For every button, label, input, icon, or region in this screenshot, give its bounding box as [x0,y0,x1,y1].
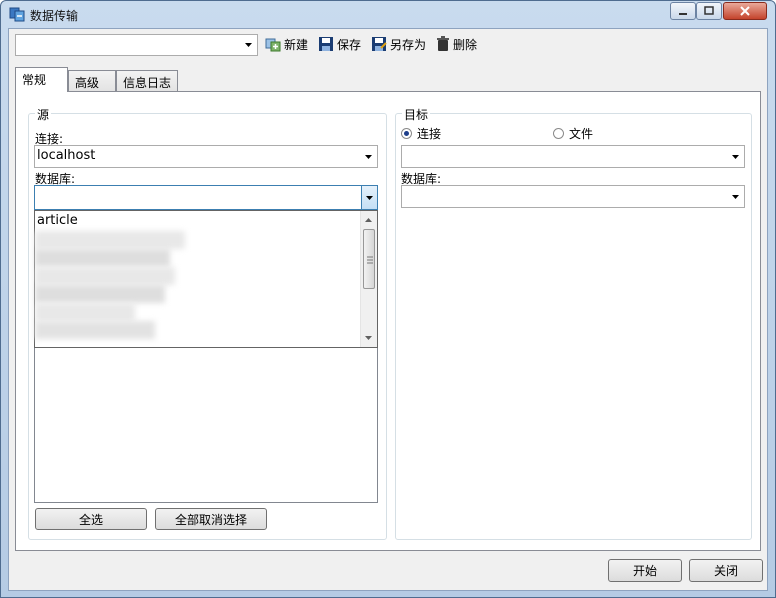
tab-general[interactable]: 常规 [15,67,68,92]
tab-message-log-label: 信息日志 [123,76,172,90]
redacted-item-area [35,285,165,303]
delete-button[interactable]: 删除 [436,35,477,53]
app-window: 数据传输 新建 保存 另存为 删除 常规 高级 信息日志 源 连接: local… [0,0,776,598]
maximize-button[interactable] [696,2,722,20]
target-file-radio-label[interactable]: 文件 [569,125,593,142]
redacted-item-area [35,267,175,285]
grip-icon [367,256,373,264]
maximize-icon [704,6,714,15]
close-icon [740,6,750,16]
save-as-label: 另存为 [390,37,427,52]
save-as-button[interactable]: 另存为 [371,35,426,53]
target-group-title: 目标 [402,106,431,123]
dropdown-item[interactable]: article [37,213,78,228]
title-bar[interactable]: 数据传输 [1,1,775,27]
save-button[interactable]: 保存 [318,35,361,53]
profile-combo-arrow[interactable] [241,35,257,55]
target-database-arrow[interactable] [728,186,744,207]
save-icon [319,37,333,51]
select-all-button[interactable]: 全选 [35,508,147,530]
source-connection-combo[interactable]: localhost [34,145,378,168]
trash-icon [437,36,449,51]
minimize-button[interactable] [670,2,696,20]
redacted-item-area [35,321,155,339]
tab-advanced-label: 高级 [75,76,100,90]
target-database-combo[interactable] [401,185,745,208]
close-button[interactable]: 关闭 [689,559,763,582]
delete-label: 删除 [453,37,478,52]
target-file-radio[interactable] [553,128,564,139]
source-group-title: 源 [35,106,52,123]
deselect-all-label: 全部取消选择 [174,512,247,527]
source-connection-value: localhost [37,148,96,163]
save-label: 保存 [337,37,362,52]
chevron-down-icon [365,154,372,159]
window-title: 数据传输 [30,9,79,23]
profile-combo[interactable] [15,34,258,56]
source-connection-arrow[interactable] [361,146,377,167]
tab-general-label: 常规 [22,73,47,87]
select-all-label: 全选 [78,512,103,527]
target-connection-combo[interactable] [401,145,745,168]
tab-advanced[interactable]: 高级 [68,70,116,91]
save-as-icon [372,37,387,51]
data-transfer-icon [9,7,25,22]
new-label: 新建 [284,37,309,52]
start-label: 开始 [632,564,657,578]
tab-message-log[interactable]: 信息日志 [116,70,178,91]
new-button[interactable]: 新建 [265,35,308,53]
target-connection-radio[interactable] [401,128,412,139]
new-profile-icon [265,38,281,52]
chevron-down-icon [366,195,373,200]
deselect-all-button[interactable]: 全部取消选择 [155,508,267,530]
minimize-icon [679,13,687,15]
redacted-item-area [35,249,170,267]
redacted-item-area [35,231,185,249]
scroll-down-icon [365,336,372,340]
target-connection-arrow[interactable] [728,146,744,167]
source-database-combo[interactable] [34,185,378,210]
scrollbar-thumb[interactable] [363,229,375,289]
scroll-up-icon [365,218,372,222]
start-button[interactable]: 开始 [608,559,682,582]
dialog-client-area: 新建 保存 另存为 删除 常规 高级 信息日志 源 连接: localhost … [8,28,768,591]
target-group: 目标 [395,106,752,540]
target-connection-radio-label[interactable]: 连接 [417,125,441,142]
dropdown-scrollbar[interactable] [360,211,377,347]
general-tab-panel: 源 连接: localhost 数据库: article 全选 全部取消选择 目… [15,91,761,551]
database-dropdown-list[interactable]: article [34,210,378,348]
close-window-button[interactable] [723,2,767,20]
source-database-arrow[interactable] [361,186,377,209]
chevron-down-icon [245,43,252,47]
redacted-item-area [35,303,135,321]
close-label: 关闭 [713,564,738,578]
chevron-down-icon [732,154,739,159]
chevron-down-icon [732,194,739,199]
